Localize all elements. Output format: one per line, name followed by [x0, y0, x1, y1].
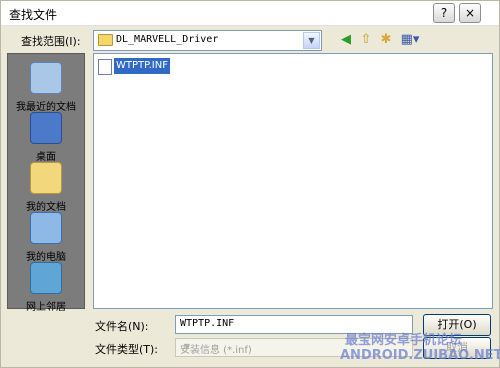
close-button[interactable]: × — [459, 3, 481, 23]
my-documents-icon — [30, 162, 62, 194]
watermark-text: 最宝网安卓手机论坛 — [345, 333, 463, 348]
place-network[interactable]: 网上邻居 — [8, 262, 84, 313]
watermark-url: ANDROID.ZUIBAO.NET — [340, 348, 500, 363]
network-places-icon — [30, 262, 62, 294]
recent-documents-icon — [30, 62, 62, 94]
filetype-label: 文件类型(T): — [95, 343, 159, 356]
title-bar[interactable]: 查找文件 ? × — [1, 1, 499, 26]
help-button[interactable]: ? — [433, 3, 455, 23]
file-icon — [98, 59, 112, 75]
places-bar: 我最近的文档 桌面 我的文档 我的电脑 网上邻居 — [7, 53, 85, 313]
filename-value: WTPTP.INF — [180, 318, 235, 329]
place-label: 网上邻居 — [26, 302, 66, 313]
place-recent-documents[interactable]: 我最近的文档 — [8, 62, 84, 113]
back-icon[interactable]: ◀ — [337, 31, 355, 49]
up-folder-icon[interactable]: ⇧ — [357, 31, 375, 49]
lookin-dropdown[interactable]: DL_MARVELL_Driver ▼ — [93, 30, 322, 51]
lookin-value: DL_MARVELL_Driver — [116, 34, 219, 45]
desktop-icon — [30, 112, 62, 144]
view-menu-icon[interactable]: ▦▾ — [399, 31, 421, 49]
new-folder-icon[interactable]: ✱ — [377, 31, 395, 49]
filename-label: 文件名(N): — [95, 320, 149, 333]
place-my-documents[interactable]: 我的文档 — [8, 162, 84, 213]
file-list[interactable]: WTPTP.INF — [93, 53, 493, 309]
window-title: 查找文件 — [9, 8, 58, 22]
lookin-label: 查找范围(I): — [21, 35, 81, 48]
open-file-dialog: 查找文件 ? × 查找范围(I): DL_MARVELL_Driver ▼ ◀ … — [0, 0, 500, 368]
place-my-computer[interactable]: 我的电脑 — [8, 212, 84, 263]
chevron-down-icon[interactable]: ▼ — [303, 32, 320, 49]
chevron-down-icon[interactable]: ▼ — [180, 340, 194, 353]
folder-icon — [98, 34, 113, 46]
my-computer-icon — [30, 212, 62, 244]
place-desktop[interactable]: 桌面 — [8, 112, 84, 163]
file-name: WTPTP.INF — [114, 58, 170, 74]
